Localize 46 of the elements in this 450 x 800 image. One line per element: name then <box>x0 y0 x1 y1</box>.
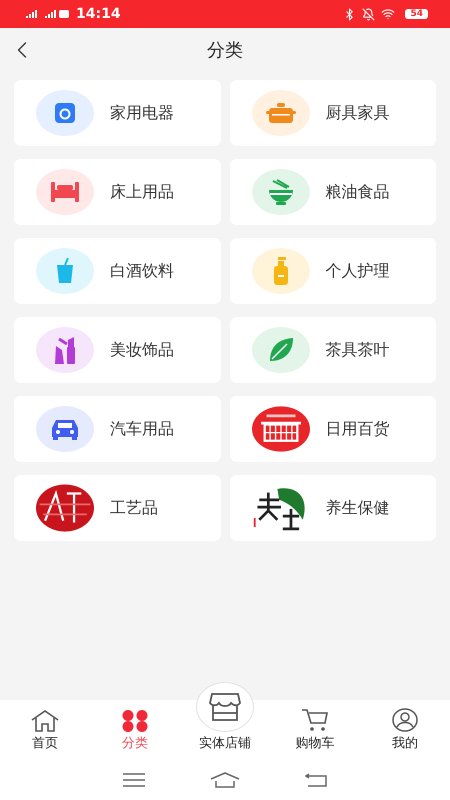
category-card[interactable]: 日用百货 <box>230 396 436 462</box>
car-icon <box>50 418 80 440</box>
page-title: 分类 <box>207 39 243 62</box>
nav-tab[interactable]: 实体店铺 <box>180 682 270 752</box>
nav-tab[interactable]: 我的 <box>360 708 450 752</box>
category-label: 厨具家具 <box>326 102 390 124</box>
category-label: 美妆饰品 <box>110 340 174 360</box>
nav-tab[interactable]: 分类 <box>90 710 180 752</box>
back-icon[interactable] <box>305 773 328 787</box>
category-card[interactable]: 工艺品 <box>14 475 220 541</box>
nav-tab[interactable]: 购物车 <box>270 708 360 752</box>
bowl-icon <box>266 179 294 205</box>
bed-icon <box>51 182 79 202</box>
category-card[interactable]: 白酒饮料 <box>14 238 220 304</box>
status-time: 14:14 <box>76 6 121 22</box>
category-card[interactable]: 养生保健 <box>230 475 436 541</box>
pump-bottle-icon <box>272 257 290 285</box>
category-label: 养生保健 <box>326 498 390 518</box>
category-label: 粮油食品 <box>326 182 390 202</box>
nav-tab[interactable]: 首页 <box>0 710 90 752</box>
category-label: 茶具茶叶 <box>326 340 390 360</box>
bell-off-icon <box>362 8 376 20</box>
category-label: 家用电器 <box>110 102 174 124</box>
washer-icon <box>54 102 76 124</box>
category-label: 床上用品 <box>110 182 174 202</box>
category-card[interactable]: 厨具家具 <box>230 80 436 146</box>
battery-level: 54 <box>405 9 428 19</box>
category-card[interactable]: 美妆饰品 <box>14 317 220 383</box>
category-card[interactable]: 个人护理 <box>230 238 436 304</box>
category-label: 工艺品 <box>110 498 158 518</box>
category-card[interactable]: 床上用品 <box>14 159 220 225</box>
category-label: 日用百货 <box>326 418 390 440</box>
category-label: 白酒饮料 <box>110 260 174 282</box>
category-card[interactable]: 汽车用品 <box>14 396 220 462</box>
category-label: 个人护理 <box>326 260 390 282</box>
category-card[interactable]: 家用电器 <box>14 80 220 146</box>
cup-icon <box>55 258 75 284</box>
category-label: 汽车用品 <box>110 418 174 440</box>
wifi-icon <box>381 7 396 21</box>
pot-icon <box>266 102 296 124</box>
signal-icon <box>26 9 70 19</box>
category-card[interactable]: 茶具茶叶 <box>230 317 436 383</box>
category-card[interactable]: 粮油食品 <box>230 159 436 225</box>
lipstick-icon <box>53 336 77 364</box>
menu-icon[interactable] <box>122 773 145 787</box>
home-icon[interactable] <box>210 772 240 788</box>
